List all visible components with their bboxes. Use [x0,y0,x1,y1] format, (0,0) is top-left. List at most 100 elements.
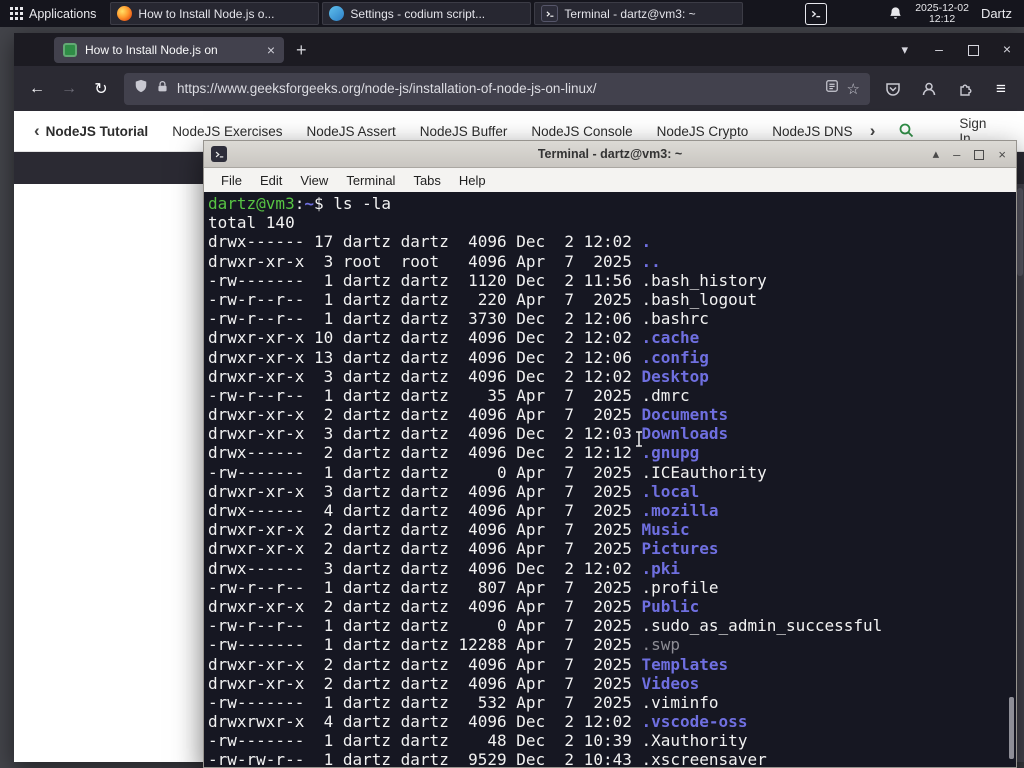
terminal-minimize-button[interactable]: – [953,147,960,162]
terminal-line: -rw------- 1 dartz dartz 532 Apr 7 2025 … [208,693,1016,712]
terminal-line: -rw-r--r-- 1 dartz dartz 807 Apr 7 2025 … [208,578,1016,597]
terminal-body[interactable]: dartz@vm3:~$ ls -la total 140 drwx------ 1… [204,192,1016,767]
gfg-nav-item[interactable]: NodeJS Crypto [657,124,749,139]
terminal-total-line: total 140 [208,213,295,233]
minimize-button[interactable]: – [922,33,956,66]
notification-bell-icon[interactable] [888,6,903,21]
terminal-menu-item[interactable]: View [291,173,337,188]
maximize-button[interactable] [956,33,990,66]
gfg-nav-item[interactable]: NodeJS Tutorial [46,124,149,139]
gfg-search-icon[interactable] [897,121,915,142]
taskbar-button[interactable]: Settings - codium script... [322,2,532,25]
gfg-nav-item[interactable]: NodeJS Assert [306,124,395,139]
prompt-segment: $ [313,194,334,213]
terminal-close-button[interactable]: × [998,147,1006,162]
back-button[interactable]: ← [22,74,52,104]
page-scrollbar[interactable] [1016,184,1024,762]
file-name: .profile [641,577,719,597]
system-tray [805,0,828,27]
nav-scroll-left-icon[interactable]: ‹ [28,121,46,141]
tracking-shield-icon[interactable] [134,79,148,98]
file-meta: drwx------ 2 dartz dartz 4096 Dec 2 12:1… [208,443,642,463]
terminal-maximize-icon [974,150,985,161]
reader-mode-icon[interactable] [825,79,839,98]
file-meta: -rw-r--r-- 1 dartz dartz 3730 Dec 2 12:0… [208,309,642,329]
tab-title: How to Install Node.js on [85,42,218,57]
browser-tab[interactable]: How to Install Node.js on × [54,36,284,63]
taskbar-button[interactable]: How to Install Node.js o... [110,2,320,25]
terminal-line: drwxr-xr-x 10 dartz dartz 4096 Dec 2 12:… [208,328,1016,347]
clock-date: 2025-12-02 [915,1,969,14]
gfg-nav-item[interactable]: NodeJS Exercises [172,124,282,139]
reload-button[interactable]: ↻ [86,74,116,104]
file-name: Videos [641,673,700,693]
terminal-maximize-button[interactable] [974,147,985,162]
list-all-tabs-icon[interactable]: ▾ [887,42,922,58]
account-icon[interactable] [914,74,944,104]
forward-button[interactable]: → [54,74,84,104]
lock-icon[interactable] [156,80,169,98]
terminal-line: drwxr-xr-x 2 dartz dartz 4096 Apr 7 2025… [208,655,1016,674]
bookmark-star-icon[interactable]: ☆ [847,80,860,98]
file-name: .Xauthority [641,731,748,751]
top-panel: Applications How to Install Node.js o...… [0,0,1024,27]
close-button[interactable]: × [990,33,1024,66]
terminal-line: drwx------ 4 dartz dartz 4096 Apr 7 2025… [208,501,1016,520]
shade-button[interactable]: ▴ [933,146,940,162]
file-name: .pki [641,558,681,578]
gfg-nav-item[interactable]: NodeJS Buffer [420,124,508,139]
terminal-scrollbar-thumb[interactable] [1009,697,1014,759]
terminal-line: drwxr-xr-x 3 dartz dartz 4096 Dec 2 12:0… [208,367,1016,386]
file-name: Downloads [641,424,729,444]
extensions-icon[interactable] [950,74,980,104]
file-name: Documents [641,405,729,425]
prompt-segment: dartz@vm3 [208,194,295,213]
nav-scroll-right-icon[interactable]: › [864,121,882,141]
terminal-line: -rw------- 1 dartz dartz 0 Apr 7 2025 .I… [208,463,1016,482]
user-menu[interactable]: Dartz [981,6,1012,21]
gfg-nav-item[interactable]: NodeJS Console [531,124,632,139]
tray-terminal-icon[interactable] [805,2,828,25]
file-meta: -rw------- 1 dartz dartz 48 Dec 2 10:39 [208,731,642,751]
applications-grid-icon [10,7,23,20]
url-bar[interactable]: https://www.geeksforgeeks.org/node-js/in… [124,72,870,105]
file-name: Desktop [641,366,709,386]
codium-icon [329,6,345,21]
file-meta: drwx------ 4 dartz dartz 4096 Apr 7 2025 [208,501,642,520]
terminal-line: drwxr-xr-x 2 dartz dartz 4096 Apr 7 2025… [208,520,1016,539]
file-meta: drwxr-xr-x 10 dartz dartz 4096 Dec 2 12:… [208,328,642,348]
taskbar-button[interactable]: Terminal - dartz@vm3: ~ [534,2,744,25]
taskbar-button-title: Terminal - dartz@vm3: ~ [564,6,696,21]
page-scrollbar-thumb[interactable] [1017,188,1023,276]
clock[interactable]: 2025-12-02 12:12 [915,1,969,25]
terminal-menu-item[interactable]: Edit [251,173,291,188]
browser-tab-bar: How to Install Node.js on × + ▾ – × [14,33,1024,66]
file-meta: drwxr-xr-x 2 dartz dartz 4096 Apr 7 2025 [208,520,642,540]
url-text[interactable]: https://www.geeksforgeeks.org/node-js/in… [177,81,817,96]
file-name: .gnupg [641,443,700,463]
browser-toolbar: ← → ↻ https://www.geeksforgeeks.org/node… [14,66,1024,111]
terminal-menu-item[interactable]: Tabs [404,173,449,188]
applications-menu-button[interactable]: Applications [0,0,106,27]
menu-icon[interactable]: ≡ [986,74,1016,104]
terminal-menu-item[interactable]: Help [450,173,495,188]
file-meta: drwxr-xr-x 3 dartz dartz 4096 Apr 7 2025 [208,481,642,501]
file-name: .swp [641,635,681,655]
terminal-line: -rw-r--r-- 1 dartz dartz 3730 Dec 2 12:0… [208,309,1016,328]
terminal-titlebar[interactable]: Terminal - dartz@vm3: ~ ▴ – × [204,141,1016,168]
terminal-line: drwx------ 2 dartz dartz 4096 Dec 2 12:1… [208,443,1016,462]
file-meta: drwxr-xr-x 2 dartz dartz 4096 Apr 7 2025 [208,673,642,693]
file-name: .bash_history [641,270,767,290]
file-name: .config [641,347,709,367]
new-tab-button[interactable]: + [296,41,307,59]
terminal-menu-item[interactable]: File [212,173,251,188]
file-name: .sudo_as_admin_successful [641,616,883,636]
terminal-line: drwxr-xr-x 3 dartz dartz 4096 Apr 7 2025… [208,482,1016,501]
applications-label: Applications [29,6,97,21]
tab-close-icon[interactable]: × [267,43,275,57]
pocket-icon[interactable] [878,74,908,104]
terminal-menu-item[interactable]: Terminal [337,173,404,188]
gfg-nav-item[interactable]: NodeJS DNS [772,124,852,139]
terminal-line: drwxr-xr-x 2 dartz dartz 4096 Apr 7 2025… [208,597,1016,616]
file-meta: drwxr-xr-x 3 dartz dartz 4096 Dec 2 12:0… [208,366,642,386]
